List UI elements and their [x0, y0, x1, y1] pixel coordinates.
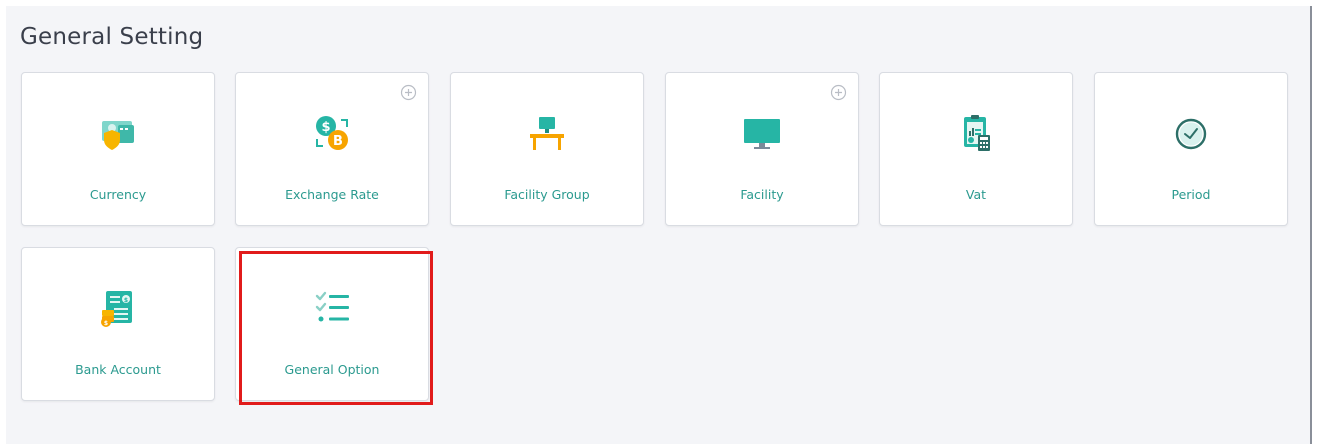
monitor-icon	[742, 113, 782, 153]
card-label: Facility Group	[504, 187, 590, 202]
exchange-rate-icon: $ B	[312, 113, 352, 153]
add-circle-icon[interactable]	[830, 84, 847, 101]
card-facility[interactable]: Facility	[665, 72, 859, 226]
page-title: General Setting	[20, 24, 204, 50]
desk-computer-icon	[527, 113, 567, 153]
card-label: Exchange Rate	[285, 187, 379, 202]
card-exchange-rate[interactable]: $ B Exchange Rate	[235, 72, 429, 226]
svg-text:$: $	[124, 297, 128, 304]
card-currency[interactable]: Currency	[21, 72, 215, 226]
clock-icon	[1171, 113, 1211, 153]
card-vat[interactable]: Vat	[879, 72, 1073, 226]
card-bank-account[interactable]: $ $ Bank Account	[21, 247, 215, 401]
card-label: Facility	[740, 187, 784, 202]
card-facility-group[interactable]: Facility Group	[450, 72, 644, 226]
currency-shield-icon	[98, 113, 138, 153]
card-label: Period	[1171, 187, 1211, 202]
card-period[interactable]: Period	[1094, 72, 1288, 226]
svg-text:$: $	[321, 120, 330, 135]
bank-statement-coins-icon: $ $	[98, 288, 138, 328]
clipboard-calculator-icon	[956, 113, 996, 153]
svg-text:B: B	[333, 134, 343, 149]
card-label: Currency	[89, 187, 147, 202]
svg-text:$: $	[104, 320, 108, 327]
card-label: Vat	[965, 187, 987, 202]
card-label: Bank Account	[75, 362, 161, 377]
card-label: General Option	[284, 362, 380, 377]
checklist-icon	[312, 288, 352, 328]
card-general-option[interactable]: General Option	[235, 247, 429, 401]
add-circle-icon[interactable]	[400, 84, 417, 101]
general-setting-panel: General Setting Currency $ B Exchange Ra…	[6, 6, 1312, 444]
